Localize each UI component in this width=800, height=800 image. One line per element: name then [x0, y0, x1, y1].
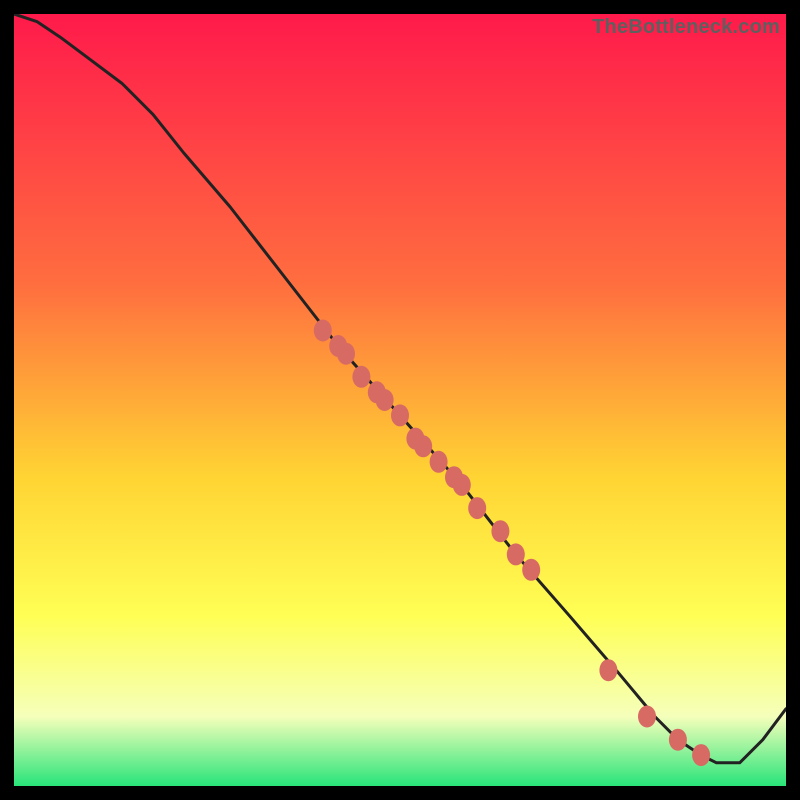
- dot: [491, 520, 509, 542]
- dot: [314, 320, 332, 342]
- watermark-text: TheBottleneck.com: [592, 16, 780, 39]
- dot: [337, 343, 355, 365]
- dot: [453, 474, 471, 496]
- curve-layer: [14, 14, 786, 786]
- dot: [430, 451, 448, 473]
- dot: [599, 659, 617, 681]
- bottleneck-curve: [14, 14, 786, 763]
- highlight-dots: [314, 320, 710, 767]
- dot: [414, 435, 432, 457]
- plot-area: TheBottleneck.com: [14, 14, 786, 786]
- dot: [638, 706, 656, 728]
- dot: [669, 729, 687, 751]
- dot: [692, 744, 710, 766]
- dot: [376, 389, 394, 411]
- dot: [391, 404, 409, 426]
- dot: [468, 497, 486, 519]
- dot: [507, 543, 525, 565]
- chart-frame: TheBottleneck.com: [14, 14, 786, 786]
- dot: [352, 366, 370, 388]
- dot: [522, 559, 540, 581]
